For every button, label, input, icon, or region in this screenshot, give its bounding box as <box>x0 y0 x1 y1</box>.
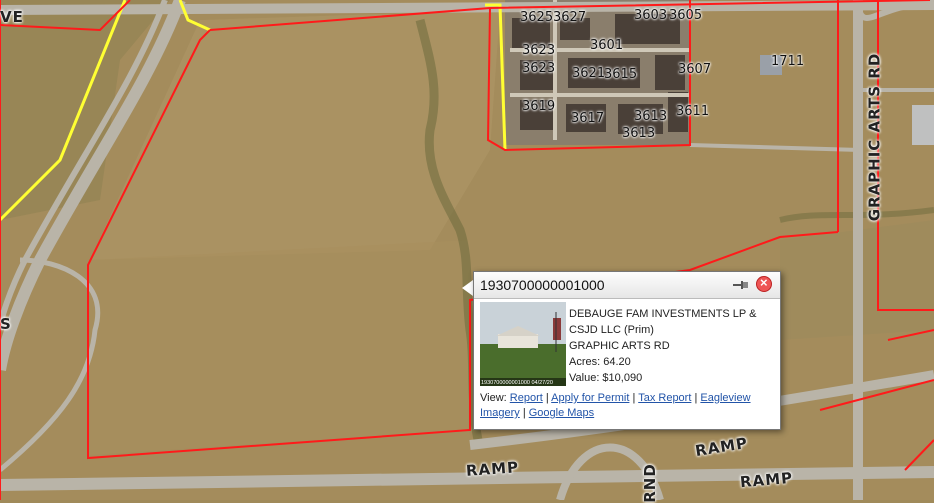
parcel-number-label: 3613 <box>622 126 656 141</box>
parcel-photo[interactable]: 1930700000001000 04/27/20 <box>480 302 566 386</box>
close-icon[interactable] <box>756 275 772 292</box>
road-label-ve: VE <box>0 8 24 26</box>
road-label-rnd: RND <box>640 463 659 503</box>
apply-permit-link[interactable]: Apply for Permit <box>551 392 629 404</box>
parcel-number-label: 3619 <box>522 99 556 114</box>
parcel-number-label: 3617 <box>571 111 605 126</box>
parcel-number-label: 3623 <box>522 43 556 58</box>
parcel-number-label: 3601 <box>590 38 624 53</box>
link-separator: | <box>632 392 636 404</box>
link-separator: | <box>522 407 526 419</box>
parcel-number-label: 3615 <box>604 67 638 82</box>
google-maps-link[interactable]: Google Maps <box>529 407 594 419</box>
road-label-graphic-arts: GRAPHIC ARTS RD <box>865 52 884 222</box>
owner-line-1: DEBAUGE FAM INVESTMENTS LP & <box>569 308 757 320</box>
view-links: View: Report | Apply for Permit | Tax Re… <box>480 391 774 421</box>
pin-icon[interactable] <box>732 277 750 293</box>
parcel-number-label: 3623 <box>522 61 556 76</box>
link-separator: | <box>545 392 549 404</box>
photo-caption: 1930700000001000 04/27/20 <box>481 380 553 386</box>
field-south <box>90 240 470 455</box>
parcel-number-label: 3605 <box>669 8 703 23</box>
building-east <box>912 105 934 145</box>
popup-pointer <box>462 280 473 296</box>
parcel-number-label: 3627 <box>553 10 587 25</box>
parcel-number-label: 3607 <box>678 62 712 77</box>
parcel-number-label: 1711 <box>771 54 805 69</box>
parcel-number-label: 3625 <box>520 10 554 25</box>
road-label-ramp: RAMP <box>465 458 520 480</box>
tax-report-link[interactable]: Tax Report <box>638 392 691 404</box>
parcel-details: DEBAUGE FAM INVESTMENTS LP & CSJD LLC (P… <box>569 306 756 386</box>
aerial-map[interactable] <box>0 0 934 500</box>
road-label-s: S <box>0 315 12 333</box>
parcel-info-popup: 1930700000001000 1930700000001000 04/27/… <box>473 271 781 430</box>
owner-line-2: CSJD LLC (Prim) <box>569 324 654 336</box>
parcel-number-label: 3613 <box>634 109 668 124</box>
parcel-number-label: 3611 <box>676 104 710 119</box>
parcel-number-label: 3621 <box>572 66 606 81</box>
popup-header: 1930700000001000 <box>474 272 780 299</box>
parcel-acres: Acres: 64.20 <box>569 356 631 368</box>
view-label: View: <box>480 392 507 404</box>
parcel-value: Value: $10,090 <box>569 372 643 384</box>
link-separator: | <box>694 392 698 404</box>
parcel-address: GRAPHIC ARTS RD <box>569 340 670 352</box>
report-link[interactable]: Report <box>510 392 543 404</box>
parcel-number-label: 3603 <box>634 8 668 23</box>
parcel-id-title: 1930700000001000 <box>480 277 605 293</box>
